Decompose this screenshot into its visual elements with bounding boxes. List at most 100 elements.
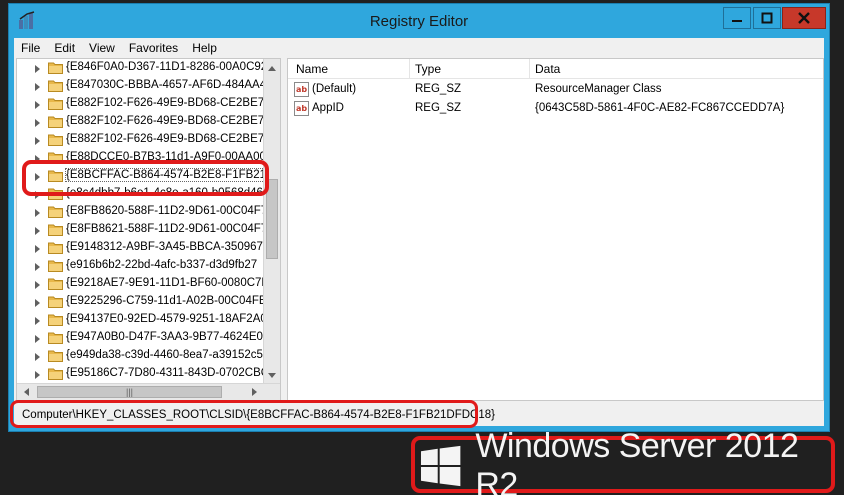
scroll-left-icon [23,388,29,396]
expand-arrow-icon[interactable] [35,353,40,361]
menu-help[interactable]: Help [185,41,224,55]
folder-icon [48,206,63,218]
menu-favorites[interactable]: Favorites [122,41,185,55]
menu-file[interactable]: File [14,41,47,55]
expand-arrow-icon[interactable] [35,335,40,343]
column-divider[interactable] [409,59,410,79]
value-row-default[interactable]: ab (Default) REG_SZ ResourceManager Clas… [288,81,823,99]
expand-arrow-icon[interactable] [35,281,40,289]
folder-icon [48,98,63,110]
close-button[interactable] [782,7,826,29]
values-pane: Name Type Data ab (Default) REG_SZ Resou… [287,58,824,401]
value-type: REG_SZ [415,102,462,114]
expand-arrow-icon[interactable] [35,371,40,379]
maximize-button[interactable] [753,7,781,29]
tree-key[interactable]: {E8FB8621-588F-11D2-9D61-00C04F79 [17,221,263,239]
tree-key-label: {E882F102-F626-49E9-BD68-CE2BE7E5 [66,97,263,109]
folder-icon [48,116,63,128]
svg-text:ab: ab [296,85,307,94]
tree-key-label: {E882F102-F626-49E9-BD68-CE2BE7E5 [66,133,263,145]
tree-key-label: {E8FB8621-588F-11D2-9D61-00C04F79 [66,223,263,235]
string-value-icon: ab [294,82,309,97]
expand-arrow-icon[interactable] [35,227,40,235]
client-area: {E846F0A0-D367-11D1-8286-00A0C92 {E847030… [14,58,824,426]
tree-key[interactable]: {E847030C-BBBA-4657-AF6D-484AA4 [17,77,263,95]
expand-arrow-icon[interactable] [35,317,40,325]
scroll-right-arrow[interactable] [246,384,263,400]
column-divider[interactable] [529,59,530,79]
tree-key[interactable]: {E8FB8620-588F-11D2-9D61-00C04F79 [17,203,263,221]
folder-icon [48,332,63,344]
tree-key[interactable]: {e916b6b2-22bd-4afc-b337-d3d9fb27 [17,257,263,275]
tree-key[interactable]: {E95186C7-7D80-4311-843D-0702CBC [17,365,263,383]
folder-icon [48,224,63,236]
tree-key[interactable]: {E9225296-C759-11d1-A02B-00C04FB [17,293,263,311]
expand-arrow-icon[interactable] [35,119,40,127]
folder-icon [48,350,63,362]
tree-key-label: {E8FB8620-588F-11D2-9D61-00C04F79 [66,205,263,217]
minimize-button[interactable] [723,7,751,29]
maximize-icon [761,12,773,24]
tree-key[interactable]: {E882F102-F626-49E9-BD68-CE2BE7E5 [17,95,263,113]
scroll-left-arrow[interactable] [17,384,34,400]
folder-icon [48,134,63,146]
menu-view[interactable]: View [82,41,122,55]
tree-key[interactable]: {E9218AE7-9E91-11D1-BF60-0080C7B [17,275,263,293]
expand-arrow-icon[interactable] [35,209,40,217]
column-header-data[interactable]: Data [535,62,560,76]
close-icon [798,12,810,24]
value-data: ResourceManager Class [535,83,662,95]
values-column-headers: Name Type Data [288,59,823,79]
folder-icon [48,242,63,254]
tree-key[interactable]: {E94137E0-92ED-4579-9251-18AF2A0 [17,311,263,329]
svg-text:ab: ab [296,104,307,113]
tree-horizontal-scroll-thumb[interactable]: ||| [37,386,222,398]
folder-icon [48,314,63,326]
value-row-appid[interactable]: ab AppID REG_SZ {0643C58D-5861-4F0C-AE82… [288,100,823,118]
expand-arrow-icon[interactable] [35,299,40,307]
folder-icon [48,260,63,272]
tree-key[interactable]: {E947A0B0-D47F-3AA3-9B77-4624E0F [17,329,263,347]
scroll-down-arrow[interactable] [264,367,280,384]
scroll-up-icon [268,65,276,71]
scroll-right-icon [251,388,257,396]
scroll-down-icon [268,372,276,378]
menu-edit[interactable]: Edit [47,41,82,55]
tree-key-label: {E9148312-A9BF-3A45-BBCA-350967F [66,241,263,253]
value-data: {0643C58D-5861-4F0C-AE82-FC867CCEDD7A} [535,102,785,114]
title-bar[interactable]: Registry Editor [9,4,829,37]
scroll-up-arrow[interactable] [264,59,280,76]
expand-arrow-icon[interactable] [35,83,40,91]
tree-key-label: {E9218AE7-9E91-11D1-BF60-0080C7B [66,277,263,289]
expand-arrow-icon[interactable] [35,137,40,145]
tree-key-label: {e949da38-c39d-4460-8ea7-a39152c5 [66,349,263,361]
tree-key[interactable]: {E846F0A0-D367-11D1-8286-00A0C92 [17,59,263,77]
expand-arrow-icon[interactable] [35,101,40,109]
column-header-type[interactable]: Type [415,62,441,76]
value-type: REG_SZ [415,83,462,95]
expand-arrow-icon[interactable] [35,65,40,73]
window-title: Registry Editor [369,13,469,30]
windows-server-branding: Windows Server 2012 R2 [420,427,844,495]
expand-arrow-icon[interactable] [35,263,40,271]
tree-key-label: {E9225296-C759-11d1-A02B-00C04FB [66,295,263,307]
folder-icon [48,62,63,74]
registry-editor-window: Registry Editor File Edit View Favorites… [8,3,830,432]
tree-key-label: {E94137E0-92ED-4579-9251-18AF2A0 [66,313,263,325]
tree-key-label: {E846F0A0-D367-11D1-8286-00A0C92 [66,61,263,73]
folder-icon [48,80,63,92]
tree-key[interactable]: {e949da38-c39d-4460-8ea7-a39152c5 [17,347,263,365]
expand-arrow-icon[interactable] [35,245,40,253]
key-path-highlight [10,400,478,428]
tree-vertical-scrollbar[interactable] [263,59,280,384]
tree-key[interactable]: {E882F102-F626-49E9-BD68-CE2BE7E5 [17,131,263,149]
tree-key-label: {E947A0B0-D47F-3AA3-9B77-4624E0F [66,331,263,343]
tree-horizontal-scrollbar[interactable]: ||| [17,383,280,400]
column-header-name[interactable]: Name [296,62,328,76]
folder-icon [48,296,63,308]
tree-key-label: {E95186C7-7D80-4311-843D-0702CBC [66,367,263,379]
tree-key[interactable]: {E882F102-F626-49E9-BD68-CE2BE7E5 [17,113,263,131]
selected-key-highlight [22,160,269,196]
tree-key[interactable]: {E9148312-A9BF-3A45-BBCA-350967F [17,239,263,257]
folder-icon [48,368,63,380]
